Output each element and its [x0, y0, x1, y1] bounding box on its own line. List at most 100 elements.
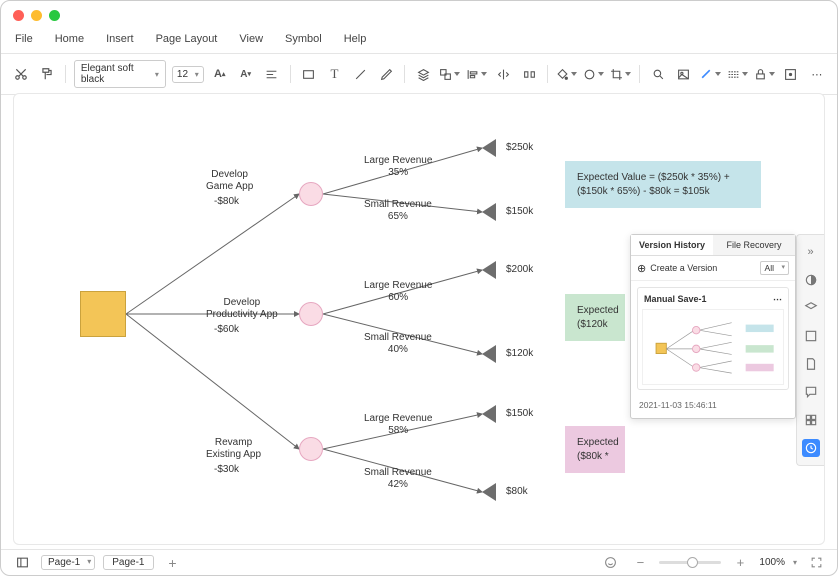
outcome-node[interactable] [482, 203, 496, 221]
more-icon[interactable]: ⋯ [807, 63, 827, 85]
tab-version-history[interactable]: Version History [631, 235, 713, 256]
focus-icon[interactable] [781, 63, 801, 85]
shape-style-icon[interactable] [583, 63, 604, 85]
smile-icon[interactable] [599, 552, 621, 574]
branch1-cost: -$80k [214, 196, 239, 208]
b3-small-val: $80k [506, 486, 528, 497]
right-sidebar: » [796, 234, 824, 466]
layers-icon[interactable] [413, 63, 433, 85]
distribute-icon[interactable] [519, 63, 539, 85]
text-tool-icon[interactable]: T [325, 63, 345, 85]
menu-home[interactable]: Home [55, 33, 84, 45]
theme-icon[interactable] [802, 271, 820, 289]
b2-large-label: Large Revenue60% [364, 280, 432, 304]
maximize-window-icon[interactable] [49, 10, 60, 21]
tab-file-recovery[interactable]: File Recovery [713, 235, 795, 256]
add-version-icon[interactable]: ⊕ [637, 262, 646, 275]
comment-icon[interactable] [802, 383, 820, 401]
font-size-label: 12 [177, 69, 188, 80]
crop-icon[interactable] [610, 63, 631, 85]
note-expected-value-2[interactable]: Expected($120k [565, 294, 625, 341]
b2-large-val: $200k [506, 264, 533, 275]
line-style-icon[interactable] [727, 63, 748, 85]
close-window-icon[interactable] [13, 10, 24, 21]
toolbar: Elegant soft black▾ 12▾ A▴ A▾ T ⋯ [1, 54, 837, 95]
menu-help[interactable]: Help [344, 33, 367, 45]
outline-icon[interactable] [802, 327, 820, 345]
zoom-in-icon[interactable]: + [729, 552, 751, 574]
version-more-icon[interactable]: ⋯ [773, 294, 782, 305]
branch2-cost: -$60k [214, 324, 239, 336]
b3-small-label: Small Revenue42% [364, 467, 432, 491]
window-controls[interactable] [13, 10, 60, 21]
zoom-out-icon[interactable]: − [629, 552, 651, 574]
zoom-slider[interactable] [659, 561, 721, 564]
outcome-node[interactable] [482, 345, 496, 363]
canvas[interactable]: DevelopGame App -$80k Large Revenue35% S… [13, 93, 825, 545]
menu-bar: File Home Insert Page Layout View Symbol… [1, 29, 837, 54]
page-list-icon[interactable] [11, 552, 33, 574]
page-select[interactable]: Page-1 [41, 555, 95, 570]
decision-root-node[interactable] [80, 291, 126, 337]
fill-color-icon[interactable] [556, 63, 577, 85]
note-expected-value-1[interactable]: Expected Value = ($250k * 35%) +($150k *… [565, 161, 761, 208]
version-timestamp: 2021-11-03 15:46:11 [631, 396, 795, 418]
line-color-icon[interactable] [700, 63, 721, 85]
search-icon[interactable] [648, 63, 668, 85]
page-panel-icon[interactable] [802, 355, 820, 373]
version-filter-select[interactable]: All [760, 261, 789, 275]
status-bar: Page-1 Page-1 + − + 100%▾ [1, 549, 837, 575]
b1-small-val: $150k [506, 206, 533, 217]
outcome-node[interactable] [482, 261, 496, 279]
align-objects-icon[interactable] [466, 63, 487, 85]
lock-icon[interactable] [754, 63, 775, 85]
create-version-label[interactable]: Create a Version [650, 263, 717, 273]
b3-large-label: Large Revenue58% [364, 413, 432, 437]
line-tool-icon[interactable] [350, 63, 370, 85]
outcome-node[interactable] [482, 405, 496, 423]
group-icon[interactable] [439, 63, 460, 85]
branch1-name: DevelopGame App [206, 169, 253, 193]
page-tab[interactable]: Page-1 [103, 555, 153, 570]
increase-font-icon[interactable]: A▴ [210, 63, 230, 85]
collapse-panel-icon[interactable]: » [802, 243, 820, 261]
menu-file[interactable]: File [15, 33, 33, 45]
shape-rect-icon[interactable] [299, 63, 319, 85]
menu-page-layout[interactable]: Page Layout [156, 33, 218, 45]
version-name: Manual Save-1 [644, 294, 707, 305]
outcome-node[interactable] [482, 139, 496, 157]
chance-node-2[interactable] [299, 302, 323, 326]
history-icon[interactable] [802, 439, 820, 457]
branch3-name: RevampExisting App [206, 437, 261, 461]
resources-icon[interactable] [802, 411, 820, 429]
chance-node-1[interactable] [299, 182, 323, 206]
menu-insert[interactable]: Insert [106, 33, 134, 45]
b2-small-val: $120k [506, 348, 533, 359]
image-icon[interactable] [674, 63, 694, 85]
version-history-panel: Version History File Recovery ⊕ Create a… [630, 234, 796, 419]
menu-view[interactable]: View [239, 33, 263, 45]
pen-tool-icon[interactable] [376, 63, 396, 85]
font-size-select[interactable]: 12▾ [172, 66, 204, 83]
zoom-level: 100% [759, 557, 785, 568]
outcome-node[interactable] [482, 483, 496, 501]
b1-large-label: Large Revenue35% [364, 155, 432, 179]
cut-icon[interactable] [11, 63, 31, 85]
menu-symbol[interactable]: Symbol [285, 33, 322, 45]
fullscreen-icon[interactable] [805, 552, 827, 574]
align-icon[interactable] [262, 63, 282, 85]
branch3-cost: -$30k [214, 464, 239, 476]
b2-small-label: Small Revenue40% [364, 332, 432, 356]
format-painter-icon[interactable] [37, 63, 57, 85]
minimize-window-icon[interactable] [31, 10, 42, 21]
font-name-label: Elegant soft black [81, 63, 155, 85]
layers-panel-icon[interactable] [802, 299, 820, 317]
add-page-icon[interactable]: + [162, 552, 184, 574]
branch2-name: DevelopProductivity App [206, 297, 278, 321]
chance-node-3[interactable] [299, 437, 323, 461]
note-expected-value-3[interactable]: Expected($80k * [565, 426, 625, 473]
version-item[interactable]: Manual Save-1 ⋯ [637, 287, 789, 390]
flip-icon[interactable] [493, 63, 513, 85]
font-select[interactable]: Elegant soft black▾ [74, 60, 166, 88]
decrease-font-icon[interactable]: A▾ [236, 63, 256, 85]
